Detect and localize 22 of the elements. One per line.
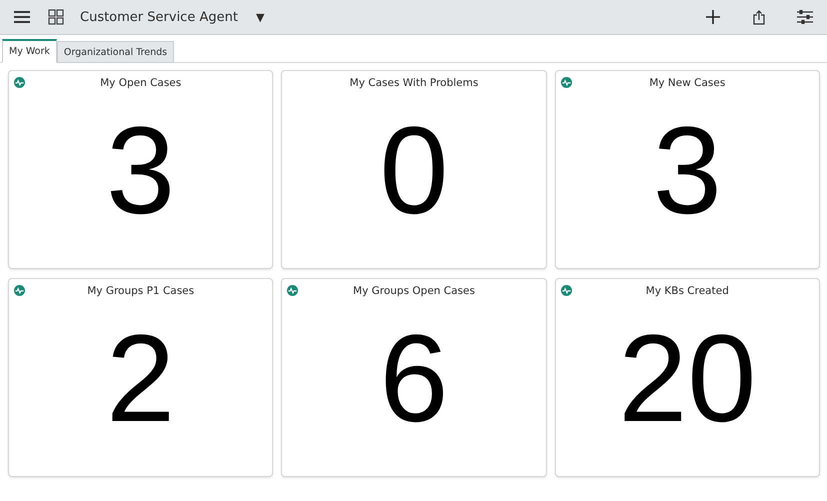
metric-value: 3	[652, 109, 722, 233]
tab[interactable]: Organizational Trends	[56, 41, 174, 63]
metric-card[interactable]: My New Cases 3	[554, 70, 820, 269]
tab[interactable]: My Work	[2, 39, 57, 63]
metric-value: 6	[380, 317, 448, 441]
metric-card[interactable]: My Groups P1 Cases 2	[8, 278, 274, 477]
dropdown-caret[interactable]: ▼	[256, 10, 264, 24]
metric-card[interactable]: My Open Cases 3	[8, 70, 274, 269]
dashboard-title: Customer Service Agent	[80, 10, 238, 24]
card-title: My Groups Open Cases	[353, 285, 475, 297]
metric-value: 0	[380, 109, 448, 233]
metric-value: 20	[618, 317, 756, 441]
card-title: My KBs Created	[646, 285, 729, 297]
metric-card[interactable]: My Cases With Problems 0	[281, 70, 547, 269]
metric-card[interactable]: My KBs Created 20	[554, 278, 820, 477]
card-title: My New Cases	[649, 77, 726, 89]
metric-value: 2	[106, 317, 176, 441]
metric-card[interactable]: My Groups Open Cases 6	[281, 278, 547, 477]
metric-value: 3	[106, 109, 176, 233]
card-title: My Groups P1 Cases	[87, 285, 194, 297]
card-title: My Open Cases	[100, 77, 182, 89]
card-title: My Cases With Problems	[350, 77, 478, 89]
